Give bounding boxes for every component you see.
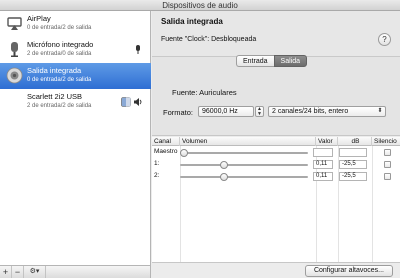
airplay-icon — [7, 17, 22, 30]
table-row-master: Maestro — [152, 147, 400, 158]
master-volume-slider[interactable] — [180, 149, 308, 157]
channel-1-volume-slider[interactable] — [180, 161, 308, 169]
help-button[interactable]: ? — [378, 33, 391, 46]
format-label: Formato: — [163, 108, 194, 117]
value-field[interactable] — [313, 148, 333, 157]
slider-knob[interactable] — [180, 149, 188, 157]
sidebar-toolbar: + − ⚙▾ — [0, 265, 151, 278]
window-title: Dispositivos de audio — [162, 1, 238, 10]
device-name: Micrófono integrado — [27, 40, 94, 49]
speaker-volume-icon — [134, 98, 142, 106]
col-db: dB — [338, 137, 372, 146]
channel-label: 1: — [154, 160, 160, 167]
db-field[interactable]: -25,5 — [339, 160, 367, 169]
value-field[interactable]: 0,11 — [313, 172, 333, 181]
device-channels: 0 de entrada/2 de salida — [27, 77, 92, 83]
sample-rate-select[interactable]: 96000,0 Hz — [198, 106, 254, 117]
finder-face-icon — [121, 97, 131, 107]
table-row-channel-2: 2: 0,11 -25,5 — [152, 171, 400, 182]
input-mic-icon — [136, 45, 140, 54]
audio-devices-window: Dispositivos de audio AirPlay 0 de entra… — [0, 0, 400, 278]
sample-rate-value: 96000,0 Hz — [202, 108, 238, 115]
device-name: Scarlett 2i2 USB — [27, 92, 83, 101]
channel-label: Maestro — [154, 148, 178, 155]
table-row-channel-1: 1: 0,11 -25,5 — [152, 159, 400, 170]
channel-format-select[interactable]: 2 canales/24 bits, entero ⬍ — [268, 106, 386, 117]
configure-speakers-button[interactable]: Configurar altavoces... — [304, 265, 393, 277]
microphone-icon — [11, 42, 18, 57]
device-header: Salida integrada Fuente "Clock": Desbloq… — [152, 11, 400, 57]
mute-checkbox[interactable] — [384, 173, 391, 180]
device-channels: 2 de entrada/0 de salida — [27, 51, 92, 57]
remove-device-button[interactable]: − — [12, 266, 24, 278]
slider-knob[interactable] — [219, 161, 228, 169]
device-channels: 2 de entrada/2 de salida — [27, 103, 92, 109]
table-header: Canal Volumen Valor dB Silencio — [152, 137, 400, 146]
device-item-built-in-output[interactable]: Salida integrada 0 de entrada/2 de salid… — [0, 63, 151, 89]
clock-source-label: Fuente "Clock": Desbloqueada — [161, 36, 257, 43]
add-device-button[interactable]: + — [0, 266, 12, 278]
chevron-updown-icon: ⬍ — [377, 108, 383, 114]
mute-checkbox[interactable] — [384, 161, 391, 168]
title-bar[interactable]: Dispositivos de audio — [0, 0, 400, 11]
db-field[interactable] — [339, 148, 367, 157]
value-field[interactable]: 0,11 — [313, 160, 333, 169]
col-volume: Volumen — [180, 137, 316, 146]
volume-table: Canal Volumen Valor dB Silencio Maestro — [152, 137, 400, 262]
bottom-bar: Configurar altavoces... — [152, 262, 400, 278]
source-row: Fuente: Auriculares — [172, 88, 237, 97]
format-panel: Fuente: Auriculares Formato: 96000,0 Hz … — [152, 57, 400, 136]
db-field[interactable]: -25,5 — [339, 172, 367, 181]
gear-menu-button[interactable]: ⚙▾ — [24, 266, 46, 278]
device-detail-pane: Salida integrada Fuente "Clock": Desbloq… — [152, 11, 400, 278]
device-item-scarlett[interactable]: Scarlett 2i2 USB 2 de entrada/2 de salid… — [0, 89, 151, 115]
col-channel: Canal — [152, 137, 180, 146]
device-name: Salida integrada — [27, 66, 82, 75]
speaker-icon — [6, 67, 23, 84]
slider-knob[interactable] — [219, 173, 228, 181]
col-mute: Silencio — [374, 138, 397, 145]
device-item-airplay[interactable]: AirPlay 0 de entrada/2 de salida — [0, 11, 151, 37]
device-list: AirPlay 0 de entrada/2 de salida Micrófo… — [0, 11, 151, 265]
device-name: AirPlay — [27, 14, 51, 23]
input-output-tabs: Entrada Salida — [236, 55, 307, 68]
device-title: Salida integrada — [161, 17, 223, 26]
sample-rate-stepper[interactable]: ▲ ▼ — [255, 106, 264, 117]
tab-entrada[interactable]: Entrada — [236, 55, 274, 67]
channel-format-value: 2 canales/24 bits, entero — [272, 108, 349, 115]
device-channels: 0 de entrada/2 de salida — [27, 25, 92, 31]
device-item-microphone[interactable]: Micrófono integrado 2 de entrada/0 de sa… — [0, 37, 151, 63]
col-value: Valor — [316, 137, 338, 146]
channel-2-volume-slider[interactable] — [180, 173, 308, 181]
channel-label: 2: — [154, 172, 160, 179]
tab-salida[interactable]: Salida — [273, 55, 307, 67]
mute-checkbox[interactable] — [384, 149, 391, 156]
